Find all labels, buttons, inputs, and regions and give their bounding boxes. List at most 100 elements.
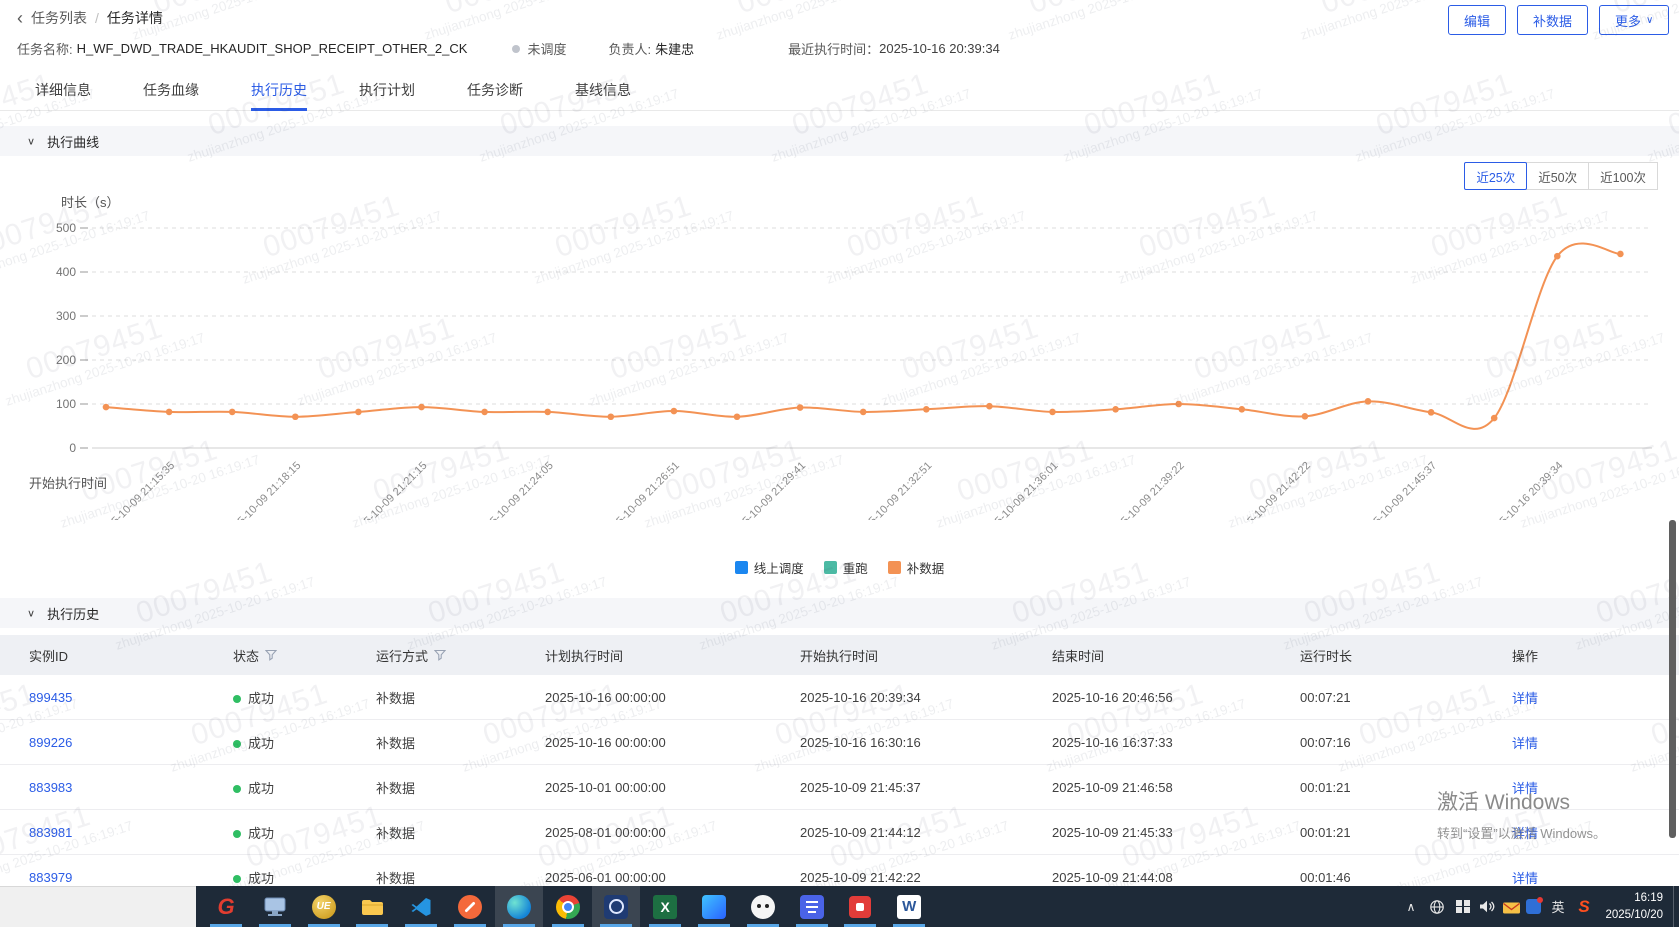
end-time: 2025-10-16 16:37:33 bbox=[1052, 734, 1173, 750]
word-icon[interactable]: W bbox=[885, 886, 933, 927]
legend-item-线上调度[interactable]: 线上调度 bbox=[734, 558, 804, 577]
tab-基线信息[interactable]: 基线信息 bbox=[575, 80, 631, 108]
docs-app-icon[interactable] bbox=[788, 886, 836, 927]
watermark-tile: 00079451zhujianzhong 2025-10-20 16:19:17 bbox=[1006, 0, 1209, 43]
tray-expand-icon[interactable]: ∧ bbox=[1400, 886, 1422, 927]
header-action-buttons: 编辑 补数据 更多 ∨ bbox=[1448, 5, 1670, 35]
more-button[interactable]: 更多 ∨ bbox=[1599, 5, 1670, 35]
detail-link[interactable]: 详情 bbox=[1512, 823, 1538, 842]
detail-link[interactable]: 详情 bbox=[1512, 778, 1538, 797]
mail-icon[interactable] bbox=[1500, 886, 1522, 927]
owner-label: 负责人: bbox=[608, 42, 652, 57]
taskbar-clock[interactable]: 16:19 2025/10/20 bbox=[1583, 890, 1663, 923]
filter-icon[interactable] bbox=[434, 649, 447, 661]
column-label: 运行时长 bbox=[1300, 648, 1353, 664]
column-header-运行时长: 运行时长 bbox=[1300, 646, 1512, 665]
range-button-近50次[interactable]: 近50次 bbox=[1526, 162, 1590, 190]
instance-id-link[interactable]: 883983 bbox=[29, 780, 72, 795]
filter-icon[interactable] bbox=[265, 649, 278, 661]
range-button-近100次[interactable]: 近100次 bbox=[1588, 162, 1658, 190]
network-icon[interactable] bbox=[1426, 886, 1448, 927]
feishu-icon[interactable] bbox=[690, 886, 738, 927]
file-explorer-icon[interactable] bbox=[348, 886, 396, 927]
status-cell: 成功 bbox=[233, 778, 274, 797]
table-cell: 2025-10-01 00:00:00 bbox=[545, 780, 800, 795]
volume-icon[interactable] bbox=[1476, 886, 1498, 927]
column-label: 运行方式 bbox=[376, 648, 429, 664]
chart-legend: 线上调度 重跑 补数据 bbox=[0, 558, 1679, 577]
tab-详细信息[interactable]: 详细信息 bbox=[35, 80, 91, 108]
table-cell: 00:01:21 bbox=[1300, 780, 1512, 795]
column-label: 结束时间 bbox=[1052, 648, 1105, 664]
table-cell: 补数据 bbox=[376, 688, 545, 707]
legend-swatch-icon bbox=[734, 561, 748, 574]
table-cell: 2025-10-09 21:45:33 bbox=[1052, 825, 1300, 840]
run-mode: 补数据 bbox=[376, 690, 416, 706]
task-name-label: 任务名称: bbox=[17, 42, 73, 57]
instance-id-link[interactable]: 883979 bbox=[29, 870, 72, 885]
windows-widgets-icon[interactable] bbox=[1452, 886, 1474, 927]
instance-id-link[interactable]: 883981 bbox=[29, 825, 72, 840]
godin-browser-icon[interactable]: G bbox=[202, 886, 250, 927]
column-header-计划执行时间: 计划执行时间 bbox=[545, 646, 800, 665]
svg-text:200: 200 bbox=[56, 353, 76, 367]
tab-执行历史[interactable]: 执行历史 bbox=[251, 80, 307, 111]
column-header-运行方式: 运行方式 bbox=[376, 646, 545, 665]
tab-任务诊断[interactable]: 任务诊断 bbox=[467, 80, 523, 108]
back-chevron-icon[interactable]: ‹ bbox=[17, 9, 23, 27]
button-label: 补数据 bbox=[1533, 13, 1573, 29]
pencil-app-icon[interactable] bbox=[446, 886, 494, 927]
legend-item-补数据[interactable]: 补数据 bbox=[887, 558, 944, 577]
column-header-实例ID: 实例ID bbox=[29, 646, 233, 665]
chevron-down-icon: ∨ bbox=[1646, 14, 1654, 26]
instance-id-link[interactable]: 899435 bbox=[29, 690, 72, 705]
detail-link[interactable]: 详情 bbox=[1512, 733, 1538, 752]
run-mode: 补数据 bbox=[376, 780, 416, 796]
range-button-近25次[interactable]: 近25次 bbox=[1464, 162, 1528, 190]
breadcrumb-separator: / bbox=[95, 10, 99, 26]
ultraedit-icon[interactable]: UE bbox=[300, 886, 348, 927]
chrome-icon[interactable] bbox=[544, 886, 592, 927]
detail-link[interactable]: 详情 bbox=[1512, 868, 1538, 887]
table-cell: 00:07:21 bbox=[1300, 690, 1512, 705]
edit-button[interactable]: 编辑 bbox=[1448, 5, 1507, 35]
table-cell: 2025-10-16 20:46:56 bbox=[1052, 690, 1300, 705]
start-time: 2025-10-09 21:42:22 bbox=[800, 869, 921, 885]
run-mode: 补数据 bbox=[376, 825, 416, 841]
tab-任务血缘[interactable]: 任务血缘 bbox=[143, 80, 199, 108]
table-cell: 补数据 bbox=[376, 823, 545, 842]
section-execution-history[interactable]: ∨ 执行历史 bbox=[0, 598, 1679, 628]
taskbar-left-window bbox=[0, 886, 196, 927]
table-header-row: 实例ID 状态 运行方式 计划执行时间 开始执行时间 结束时间 运行时长 操作 bbox=[0, 635, 1679, 675]
svg-text:100: 100 bbox=[56, 397, 76, 411]
ludashi-icon[interactable] bbox=[251, 886, 299, 927]
column-header-结束时间: 结束时间 bbox=[1052, 646, 1300, 665]
show-desktop-button[interactable] bbox=[1673, 886, 1679, 927]
excel-icon[interactable]: X bbox=[641, 886, 689, 927]
vscode-icon[interactable] bbox=[397, 886, 445, 927]
section-execution-curve[interactable]: ∨ 执行曲线 bbox=[0, 126, 1679, 156]
tab-执行计划[interactable]: 执行计划 bbox=[359, 80, 415, 108]
panda-app-icon[interactable] bbox=[739, 886, 787, 927]
red-app-icon[interactable] bbox=[836, 886, 884, 927]
watermark-tile: 00079451zhujianzhong 2025-10-20 16:19:17 bbox=[422, 0, 625, 43]
plan-time: 2025-06-01 00:00:00 bbox=[545, 869, 666, 885]
section-title: 执行曲线 bbox=[47, 134, 100, 150]
column-label: 计划执行时间 bbox=[545, 648, 624, 664]
legend-item-重跑[interactable]: 重跑 bbox=[823, 558, 868, 577]
messenger-icon[interactable] bbox=[1522, 886, 1544, 927]
breadcrumb-task-list[interactable]: 任务列表 bbox=[31, 8, 87, 28]
table-cell: 883979 bbox=[29, 870, 233, 885]
legend-label: 重跑 bbox=[842, 562, 868, 576]
success-dot-icon bbox=[233, 874, 241, 883]
duration: 00:01:21 bbox=[1300, 779, 1351, 795]
instance-id-link[interactable]: 899226 bbox=[29, 735, 72, 750]
backfill-button[interactable]: 补数据 bbox=[1517, 5, 1589, 35]
scrollbar-thumb[interactable] bbox=[1669, 520, 1676, 838]
edge-icon[interactable] bbox=[494, 886, 543, 927]
ime-indicator[interactable]: 英 bbox=[1546, 886, 1570, 927]
data-platform-icon[interactable] bbox=[592, 886, 641, 927]
range-button-group: 近25次 近50次 近100次 bbox=[1464, 162, 1658, 190]
detail-link[interactable]: 详情 bbox=[1512, 688, 1538, 707]
column-label: 操作 bbox=[1512, 648, 1539, 664]
